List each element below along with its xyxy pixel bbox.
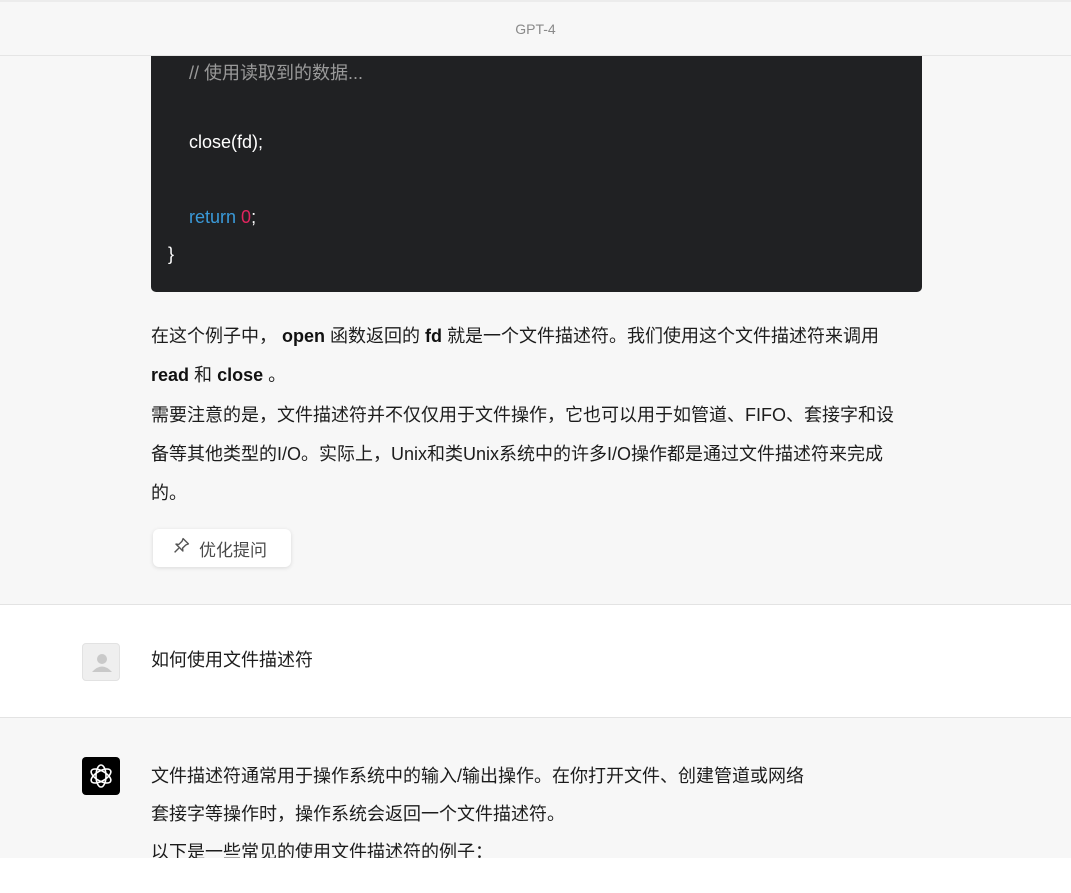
optimize-prompt-label: 优化提问 [199,540,267,560]
code-semicolon: ; [251,207,257,227]
reply-line-1: 文件描述符通常用于操作系统中的输入/输出操作。在你打开文件、创建管道或网络 [151,766,804,786]
top-bar: GPT-4 [0,0,1071,56]
bottom-fade [0,858,1071,893]
assistant-reply-text: 文件描述符通常用于操作系统中的输入/输出操作。在你打开文件、创建管道或网络 套接… [151,757,896,871]
answer-text-c: 就是一个文件描述符。我们使用这个文件描述符来调用 [447,326,880,346]
code-term-read: read [151,365,190,385]
code-term-close: close [217,365,264,385]
pin-icon [173,537,190,559]
code-term-open: open [282,326,326,346]
answer-paragraph-2: 需要注意的是，文件描述符并不仅仅用于文件操作，它也可以用于如管道、FIFO、套接… [151,405,894,503]
answer-text-b: 函数返回的 [330,326,421,346]
code-closing-brace: } [168,244,175,264]
code-return-line: return 0; [189,207,256,228]
reply-line-2: 套接字等操作时，操作系统会返回一个文件描述符。 [151,804,565,824]
code-term-fd: fd [425,326,443,346]
answer-text-a: 在这个例子中， [151,326,277,346]
code-block: // 使用读取到的数据... close(fd); return 0; } [151,56,922,292]
code-return-keyword: return [189,207,237,227]
answer-text-d: 和 [194,365,213,385]
openai-logo-icon [82,757,120,795]
code-close-call: close(fd); [189,132,264,152]
answer-text-e: 。 [268,365,287,385]
model-label: GPT-4 [515,20,556,37]
user-message-text: 如何使用文件描述符 [151,650,313,670]
user-avatar [82,643,120,681]
answer-paragraph-1: 在这个例子中， open 函数返回的 fd 就是一个文件描述符。我们使用这个文件… [151,317,896,395]
optimize-prompt-button[interactable]: 优化提问 [153,529,291,567]
code-return-value: 0 [241,207,252,227]
code-comment: // 使用读取到的数据... [189,63,364,83]
